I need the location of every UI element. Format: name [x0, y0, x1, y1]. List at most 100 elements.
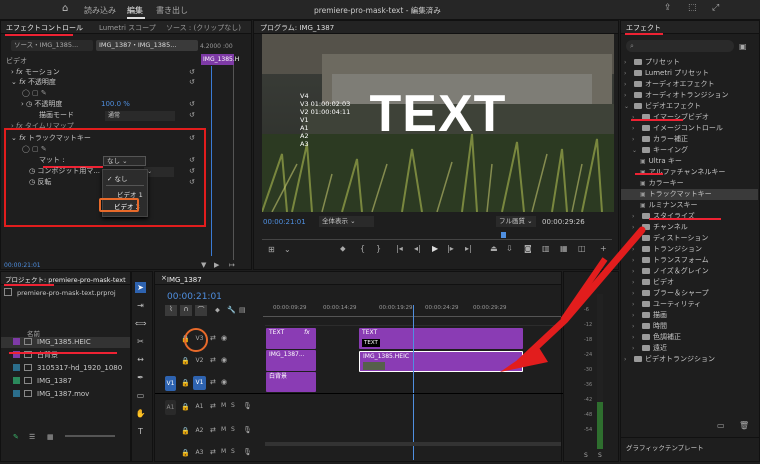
tab-effect-controls[interactable]: エフェクトコントロール: [6, 23, 83, 33]
microphone-icon[interactable]: 🎙: [243, 402, 252, 410]
opacity-row[interactable]: ⌄ fx 不透明度: [11, 77, 56, 88]
track-target-toggle[interactable]: A3: [193, 446, 206, 460]
track-matte-row[interactable]: ⌄ fx トラックマットキー: [11, 133, 91, 144]
clip-text-1[interactable]: TEXT fx: [266, 328, 316, 349]
reset-blend-icon[interactable]: ↺: [189, 111, 195, 119]
go-to-out-icon[interactable]: ▸|: [465, 244, 472, 253]
add-marker-icon[interactable]: ⬥: [340, 244, 346, 254]
mute-toggle[interactable]: M: [221, 448, 226, 455]
effect-item[interactable]: › ディストーション: [621, 233, 758, 244]
ec-timecode[interactable]: 00:00:21:01: [4, 262, 41, 269]
snap-icon[interactable]: ⌇: [165, 305, 177, 316]
step-back-icon[interactable]: ◂|: [414, 244, 421, 253]
menu-edit[interactable]: 編集: [127, 5, 143, 16]
solo-right-icon[interactable]: S: [598, 452, 602, 459]
effect-item[interactable]: › 色調補正: [621, 332, 758, 343]
lock-icon[interactable]: 🔒: [181, 335, 190, 343]
effect-item[interactable]: ⌄ ビデオエフェクト: [621, 101, 758, 112]
project-item[interactable]: IMG_1387: [1, 376, 130, 387]
timeline-playhead[interactable]: [413, 305, 414, 460]
project-item[interactable]: IMG_1387.mov: [1, 389, 130, 400]
mini-clip[interactable]: IMG_1385.H: [201, 54, 239, 65]
source-patch-a1[interactable]: A1: [165, 400, 176, 415]
pen-tool-icon[interactable]: ✒: [135, 372, 146, 383]
effect-item[interactable]: › ノイズ＆グレイン: [621, 266, 758, 277]
export-frame-icon[interactable]: ↦: [229, 261, 235, 269]
effects-search-input[interactable]: ⌕: [626, 40, 734, 52]
microphone-icon[interactable]: 🎙: [243, 426, 252, 434]
lock-icon[interactable]: 🔒: [181, 449, 190, 457]
linked-selection-icon[interactable]: ∩: [180, 305, 192, 316]
matte-select[interactable]: なし ⌄: [103, 156, 146, 166]
sequence-clip-selector[interactable]: IMG_1387・IMG_1385...: [96, 40, 198, 51]
reset-trackmatte-icon[interactable]: ↺: [189, 134, 195, 142]
effect-item[interactable]: › スタイライズ: [621, 211, 758, 222]
project-tab[interactable]: プロジェクト: premiere-pro-mask-text: [5, 274, 126, 284]
effect-item[interactable]: › トランジション: [621, 244, 758, 255]
add-marker-tl-icon[interactable]: ⬥: [215, 306, 220, 315]
source-patch-v1[interactable]: V1: [165, 376, 176, 391]
ripple-edit-tool-icon[interactable]: ⟺: [135, 318, 146, 329]
sync-lock-icon[interactable]: ⇄: [210, 378, 216, 386]
timeline-scrollbar[interactable]: [265, 442, 561, 446]
source-clip-selector[interactable]: ソース・IMG_1385...: [11, 40, 93, 51]
clip-img1385[interactable]: IMG_1385.HEIC: [359, 351, 523, 372]
solo-toggle[interactable]: S: [231, 448, 235, 455]
mask-tools[interactable]: ◯ ▢ ✎: [22, 88, 47, 99]
effect-item[interactable]: ▣ カラーキー: [621, 178, 758, 189]
effect-item[interactable]: ▣ ルミナンスキー: [621, 200, 758, 211]
composite-select[interactable]: ⌄: [144, 167, 174, 177]
play-only-icon[interactable]: ▶: [214, 261, 219, 269]
clip-white-bg[interactable]: 白背景: [266, 372, 316, 392]
menu-export[interactable]: 書き出し: [156, 5, 188, 16]
insert-sequence-icon[interactable]: ⌒: [195, 305, 207, 316]
fullscreen-icon[interactable]: ⤢: [712, 3, 719, 13]
rectangle-tool-icon[interactable]: ▭: [135, 390, 146, 401]
sync-lock-icon[interactable]: ⇄: [210, 426, 216, 434]
mute-toggle[interactable]: M: [221, 402, 226, 409]
wrench-icon[interactable]: 🔧: [227, 306, 236, 314]
razor-tool-icon[interactable]: ✂: [135, 336, 146, 347]
lift-icon[interactable]: ⏏: [490, 244, 498, 253]
solo-toggle[interactable]: S: [231, 402, 235, 409]
clip-img1387[interactable]: IMG_1387...: [266, 350, 316, 371]
track-target-toggle[interactable]: A2: [193, 424, 206, 438]
proxy-icon[interactable]: ▦: [560, 244, 568, 253]
opacity-value[interactable]: 100.0 %: [101, 99, 130, 110]
effect-item[interactable]: › オーディオエフェクト: [621, 79, 758, 90]
vr-icon[interactable]: ◫: [578, 244, 586, 253]
effect-item[interactable]: › ブラー＆シャープ: [621, 288, 758, 299]
go-to-in-icon[interactable]: |◂: [396, 244, 403, 253]
effect-item[interactable]: › ビデオ: [621, 277, 758, 288]
add-button-icon[interactable]: +: [600, 244, 607, 253]
track-target-toggle[interactable]: V1: [193, 376, 206, 390]
icon-view-icon[interactable]: ▦: [47, 433, 54, 441]
track-target-toggle[interactable]: A1: [193, 400, 206, 414]
quality-select[interactable]: フル画質 ⌄: [496, 216, 536, 227]
reset-invert-icon[interactable]: ↺: [189, 178, 195, 186]
mute-toggle[interactable]: M: [221, 426, 226, 433]
sync-lock-icon[interactable]: ⇄: [210, 334, 216, 342]
solo-icon[interactable]: S: [584, 452, 588, 459]
reset-opacity-param-icon[interactable]: ↺: [189, 100, 195, 108]
step-forward-icon[interactable]: |▸: [447, 244, 454, 253]
play-icon[interactable]: ▶: [432, 244, 438, 253]
export-icon[interactable]: ⬚: [688, 3, 697, 13]
effect-item[interactable]: › オーディオトランジション: [621, 90, 758, 101]
eye-icon[interactable]: ◉: [221, 378, 227, 386]
sync-lock-icon[interactable]: ⇄: [210, 448, 216, 456]
track-select-tool-icon[interactable]: ⇥: [135, 300, 146, 311]
reset-opacity-icon[interactable]: ↺: [189, 78, 195, 86]
track-matte-mask-tools[interactable]: ◯ ▢ ✎: [22, 144, 47, 155]
lock-icon[interactable]: 🔒: [181, 379, 190, 387]
effect-item[interactable]: › 描画: [621, 310, 758, 321]
effect-item[interactable]: › 遠近: [621, 343, 758, 354]
mark-out-icon[interactable]: }: [376, 244, 381, 253]
extract-icon[interactable]: ⇩: [506, 244, 513, 253]
reset-motion-icon[interactable]: ↺: [189, 68, 195, 76]
track-target-toggle[interactable]: V2: [193, 354, 206, 368]
camera-icon[interactable]: ◙: [524, 244, 532, 253]
filter-icon[interactable]: ▼: [201, 261, 206, 269]
effect-item[interactable]: › ユーティリティ: [621, 299, 758, 310]
program-timecode[interactable]: 00:00:21:01: [263, 218, 306, 226]
